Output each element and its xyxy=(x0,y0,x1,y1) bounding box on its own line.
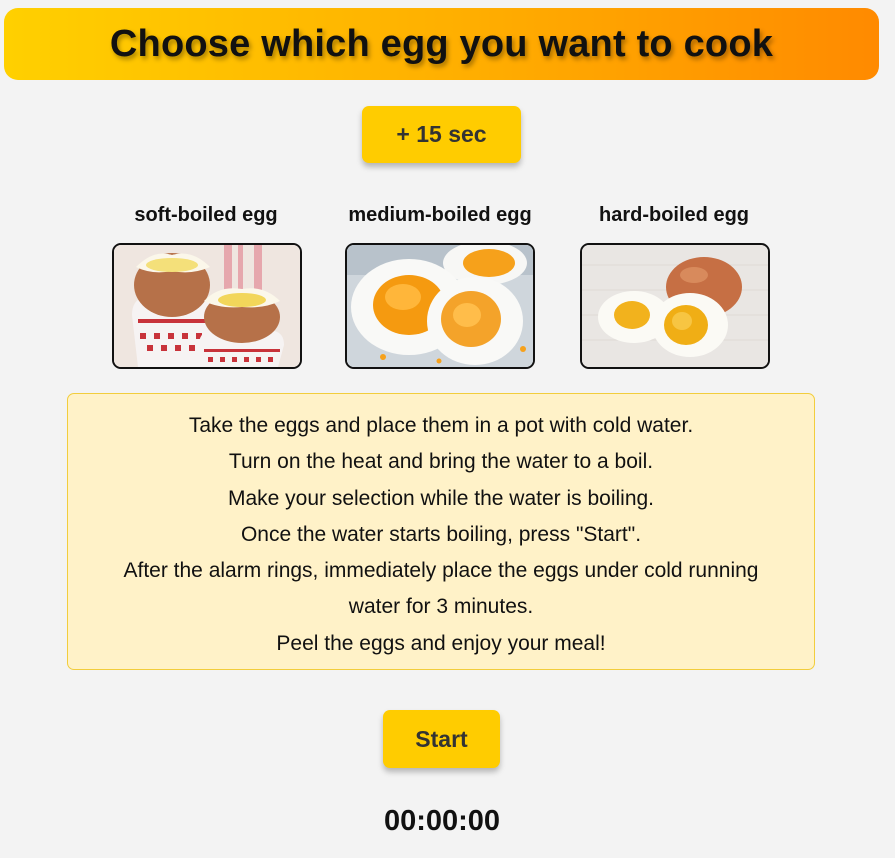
page-title: Choose which egg you want to cook xyxy=(109,22,774,65)
egg-option-hard[interactable]: hard-boiled egg xyxy=(564,204,784,227)
egg-label-medium: medium-boiled egg xyxy=(348,204,532,226)
add-15-sec-button[interactable]: + 15 sec xyxy=(362,106,521,163)
medium-boiled-egg-image[interactable] xyxy=(345,243,535,369)
hard-boiled-egg-image[interactable] xyxy=(580,243,770,369)
instruction-line: Peel the eggs and enjoy your meal! xyxy=(276,631,606,655)
instruction-line: Turn on the heat and bring the water to … xyxy=(228,450,654,474)
egg-label-hard: hard-boiled egg xyxy=(599,204,749,226)
instruction-line: Once the water starts boiling, press "St… xyxy=(240,522,642,546)
instruction-line: After the alarm rings, immediately place… xyxy=(123,559,759,619)
egg-option-medium[interactable]: medium-boiled egg xyxy=(330,204,550,227)
egg-label-soft: soft-boiled egg xyxy=(134,204,278,226)
soft-boiled-egg-image[interactable] xyxy=(112,243,302,369)
instruction-line: Make your selection while the water is b… xyxy=(227,486,655,510)
instruction-line: Take the eggs and place them in a pot wi… xyxy=(188,414,694,437)
egg-option-soft[interactable]: soft-boiled egg xyxy=(96,204,316,227)
instructions-panel: Take the eggs and place them in a pot wi… xyxy=(67,393,815,670)
timer-display: 00:00:00 xyxy=(383,805,501,837)
page-header: Choose which egg you want to cook xyxy=(4,8,879,80)
start-button[interactable]: Start xyxy=(383,710,500,768)
